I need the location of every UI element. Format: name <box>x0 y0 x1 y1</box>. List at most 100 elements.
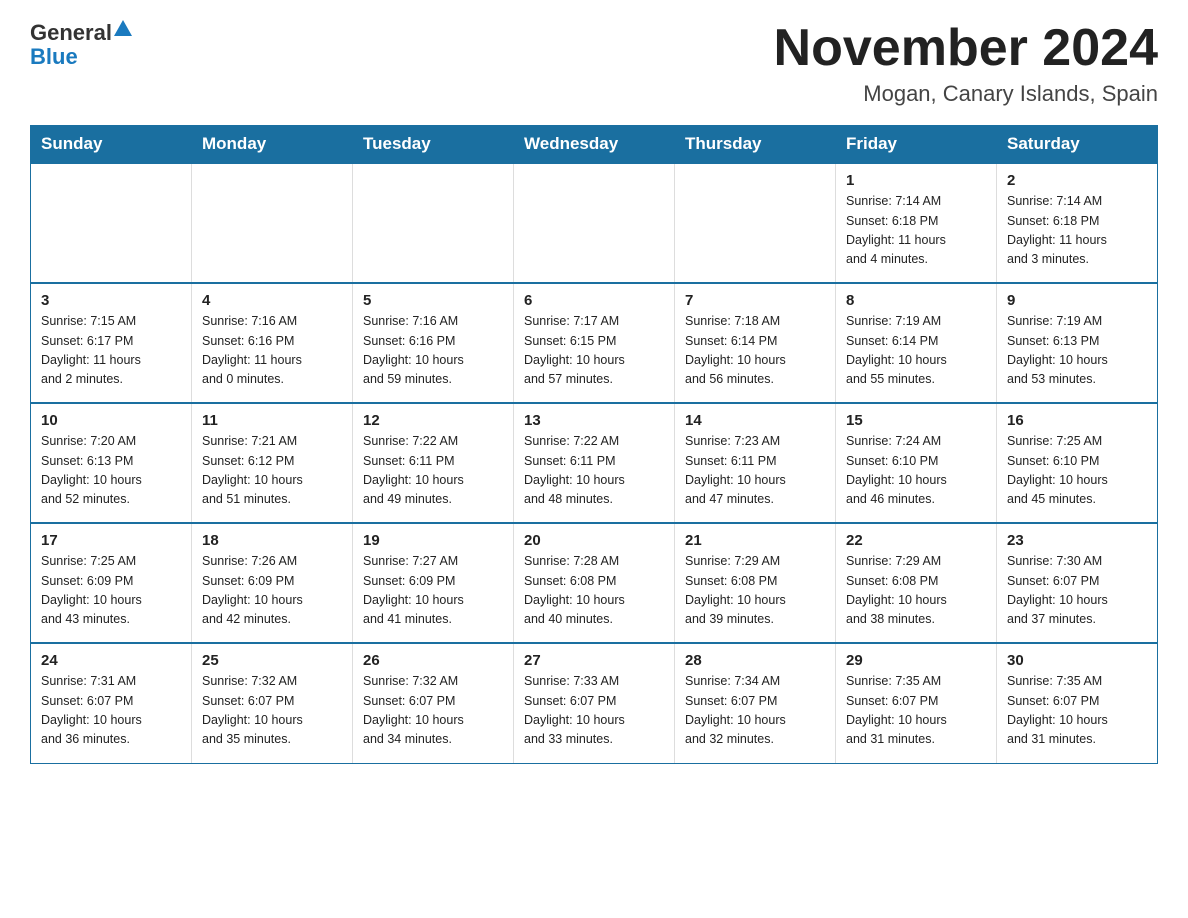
day-info: Sunrise: 7:31 AMSunset: 6:07 PMDaylight:… <box>41 672 181 750</box>
day-info: Sunrise: 7:32 AMSunset: 6:07 PMDaylight:… <box>202 672 342 750</box>
page-subtitle: Mogan, Canary Islands, Spain <box>774 81 1158 107</box>
day-info: Sunrise: 7:34 AMSunset: 6:07 PMDaylight:… <box>685 672 825 750</box>
calendar-cell: 29 Sunrise: 7:35 AMSunset: 6:07 PMDayligh… <box>836 643 997 763</box>
calendar-table: SundayMondayTuesdayWednesdayThursdayFrid… <box>30 125 1158 764</box>
calendar-cell: 22Sunrise: 7:29 AMSunset: 6:08 PMDayligh… <box>836 523 997 643</box>
day-number: 29 <box>846 652 986 669</box>
day-number: 28 <box>685 652 825 669</box>
calendar-cell: 3Sunrise: 7:15 AMSunset: 6:17 PMDaylight… <box>31 283 192 403</box>
calendar-cell: 5 Sunrise: 7:16 AMSunset: 6:16 PMDaylight… <box>353 283 514 403</box>
day-number: 14 <box>685 412 825 429</box>
day-number: 19 <box>363 532 503 549</box>
day-number: 30 <box>1007 652 1147 669</box>
calendar-cell <box>675 163 836 283</box>
logo-general-text: General <box>30 20 112 46</box>
calendar-cell <box>514 163 675 283</box>
calendar-cell: 20 Sunrise: 7:28 AMSunset: 6:08 PMDayligh… <box>514 523 675 643</box>
calendar-cell: 21Sunrise: 7:29 AMSunset: 6:08 PMDayligh… <box>675 523 836 643</box>
day-number: 11 <box>202 412 342 429</box>
day-info: Sunrise: 7:35 AMSunset: 6:07 PMDaylight:… <box>846 672 986 750</box>
calendar-cell: 30 Sunrise: 7:35 AMSunset: 6:07 PMDayligh… <box>997 643 1158 763</box>
calendar-cell: 24 Sunrise: 7:31 AMSunset: 6:07 PMDayligh… <box>31 643 192 763</box>
calendar-cell: 16 Sunrise: 7:25 AMSunset: 6:10 PMDayligh… <box>997 403 1158 523</box>
calendar-cell <box>31 163 192 283</box>
day-info: Sunrise: 7:16 AMSunset: 6:16 PMDaylight:… <box>202 312 342 390</box>
day-info: Sunrise: 7:29 AMSunset: 6:08 PMDaylight:… <box>846 552 986 630</box>
page-header: General Blue November 2024 Mogan, Canary… <box>30 20 1158 107</box>
day-info: Sunrise: 7:19 AMSunset: 6:13 PMDaylight:… <box>1007 312 1147 390</box>
day-number: 18 <box>202 532 342 549</box>
calendar-cell: 10 Sunrise: 7:20 AMSunset: 6:13 PMDayligh… <box>31 403 192 523</box>
calendar-cell: 6Sunrise: 7:17 AMSunset: 6:15 PMDaylight… <box>514 283 675 403</box>
day-number: 15 <box>846 412 986 429</box>
day-info: Sunrise: 7:17 AMSunset: 6:15 PMDaylight:… <box>524 312 664 390</box>
calendar-cell <box>192 163 353 283</box>
calendar-cell <box>353 163 514 283</box>
calendar-week-row: 3Sunrise: 7:15 AMSunset: 6:17 PMDaylight… <box>31 283 1158 403</box>
day-number: 9 <box>1007 292 1147 309</box>
calendar-cell: 7 Sunrise: 7:18 AMSunset: 6:14 PMDaylight… <box>675 283 836 403</box>
day-info: Sunrise: 7:16 AMSunset: 6:16 PMDaylight:… <box>363 312 503 390</box>
calendar-cell: 9 Sunrise: 7:19 AMSunset: 6:13 PMDaylight… <box>997 283 1158 403</box>
logo-top: General <box>30 20 134 46</box>
calendar-week-row: 24 Sunrise: 7:31 AMSunset: 6:07 PMDayligh… <box>31 643 1158 763</box>
day-info: Sunrise: 7:33 AMSunset: 6:07 PMDaylight:… <box>524 672 664 750</box>
calendar-header-row: SundayMondayTuesdayWednesdayThursdayFrid… <box>31 126 1158 164</box>
day-info: Sunrise: 7:21 AMSunset: 6:12 PMDaylight:… <box>202 432 342 510</box>
weekday-header-tuesday: Tuesday <box>353 126 514 164</box>
day-number: 21 <box>685 532 825 549</box>
weekday-header-monday: Monday <box>192 126 353 164</box>
calendar-week-row: 1Sunrise: 7:14 AMSunset: 6:18 PMDaylight… <box>31 163 1158 283</box>
day-number: 17 <box>41 532 181 549</box>
day-number: 8 <box>846 292 986 309</box>
calendar-cell: 12Sunrise: 7:22 AMSunset: 6:11 PMDayligh… <box>353 403 514 523</box>
weekday-header-thursday: Thursday <box>675 126 836 164</box>
calendar-cell: 13Sunrise: 7:22 AMSunset: 6:11 PMDayligh… <box>514 403 675 523</box>
day-number: 16 <box>1007 412 1147 429</box>
day-number: 10 <box>41 412 181 429</box>
weekday-header-sunday: Sunday <box>31 126 192 164</box>
day-number: 26 <box>363 652 503 669</box>
day-info: Sunrise: 7:35 AMSunset: 6:07 PMDaylight:… <box>1007 672 1147 750</box>
day-info: Sunrise: 7:24 AMSunset: 6:10 PMDaylight:… <box>846 432 986 510</box>
day-number: 4 <box>202 292 342 309</box>
logo-blue-text: Blue <box>30 44 78 70</box>
calendar-week-row: 17Sunrise: 7:25 AMSunset: 6:09 PMDayligh… <box>31 523 1158 643</box>
day-number: 25 <box>202 652 342 669</box>
calendar-cell: 27 Sunrise: 7:33 AMSunset: 6:07 PMDayligh… <box>514 643 675 763</box>
day-info: Sunrise: 7:19 AMSunset: 6:14 PMDaylight:… <box>846 312 986 390</box>
calendar-cell: 23Sunrise: 7:30 AMSunset: 6:07 PMDayligh… <box>997 523 1158 643</box>
day-info: Sunrise: 7:20 AMSunset: 6:13 PMDaylight:… <box>41 432 181 510</box>
day-number: 5 <box>363 292 503 309</box>
day-number: 23 <box>1007 532 1147 549</box>
day-info: Sunrise: 7:25 AMSunset: 6:10 PMDaylight:… <box>1007 432 1147 510</box>
day-number: 2 <box>1007 172 1147 189</box>
calendar-cell: 2 Sunrise: 7:14 AMSunset: 6:18 PMDaylight… <box>997 163 1158 283</box>
calendar-cell: 1Sunrise: 7:14 AMSunset: 6:18 PMDaylight… <box>836 163 997 283</box>
day-number: 27 <box>524 652 664 669</box>
day-info: Sunrise: 7:14 AMSunset: 6:18 PMDaylight:… <box>846 192 986 270</box>
logo: General Blue <box>30 20 134 70</box>
day-info: Sunrise: 7:28 AMSunset: 6:08 PMDaylight:… <box>524 552 664 630</box>
day-info: Sunrise: 7:22 AMSunset: 6:11 PMDaylight:… <box>524 432 664 510</box>
day-number: 24 <box>41 652 181 669</box>
day-info: Sunrise: 7:18 AMSunset: 6:14 PMDaylight:… <box>685 312 825 390</box>
calendar-cell: 18 Sunrise: 7:26 AMSunset: 6:09 PMDayligh… <box>192 523 353 643</box>
day-number: 20 <box>524 532 664 549</box>
logo-triangle-icon <box>114 20 132 36</box>
calendar-cell: 14 Sunrise: 7:23 AMSunset: 6:11 PMDayligh… <box>675 403 836 523</box>
calendar-cell: 15 Sunrise: 7:24 AMSunset: 6:10 PMDayligh… <box>836 403 997 523</box>
day-info: Sunrise: 7:15 AMSunset: 6:17 PMDaylight:… <box>41 312 181 390</box>
day-info: Sunrise: 7:26 AMSunset: 6:09 PMDaylight:… <box>202 552 342 630</box>
day-info: Sunrise: 7:14 AMSunset: 6:18 PMDaylight:… <box>1007 192 1147 270</box>
day-info: Sunrise: 7:23 AMSunset: 6:11 PMDaylight:… <box>685 432 825 510</box>
day-info: Sunrise: 7:22 AMSunset: 6:11 PMDaylight:… <box>363 432 503 510</box>
calendar-cell: 26Sunrise: 7:32 AMSunset: 6:07 PMDayligh… <box>353 643 514 763</box>
weekday-header-friday: Friday <box>836 126 997 164</box>
calendar-cell: 11 Sunrise: 7:21 AMSunset: 6:12 PMDayligh… <box>192 403 353 523</box>
day-info: Sunrise: 7:27 AMSunset: 6:09 PMDaylight:… <box>363 552 503 630</box>
title-block: November 2024 Mogan, Canary Islands, Spa… <box>774 20 1158 107</box>
calendar-cell: 28 Sunrise: 7:34 AMSunset: 6:07 PMDayligh… <box>675 643 836 763</box>
weekday-header-saturday: Saturday <box>997 126 1158 164</box>
day-number: 7 <box>685 292 825 309</box>
